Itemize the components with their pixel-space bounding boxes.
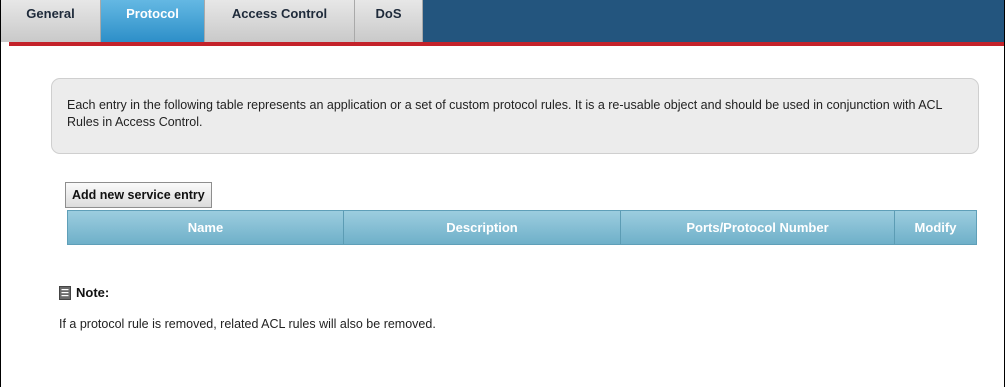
- column-header-name[interactable]: Name: [68, 211, 344, 244]
- column-header-ports-protocol[interactable]: Ports/Protocol Number: [621, 211, 895, 244]
- service-table-header: Name Description Ports/Protocol Number M…: [67, 210, 977, 245]
- add-service-entry-button[interactable]: Add new service entry: [65, 182, 212, 208]
- protocol-page: General Protocol Access Control DoS Each…: [0, 0, 1005, 387]
- tab-access-control[interactable]: Access Control: [205, 0, 355, 42]
- column-header-modify: Modify: [914, 220, 957, 235]
- column-header-description[interactable]: Description: [344, 211, 621, 244]
- tab-general[interactable]: General: [1, 0, 101, 42]
- tab-accent-line: [9, 42, 1004, 46]
- note-title: Note:: [76, 285, 110, 300]
- info-text: Each entry in the following table repres…: [67, 98, 943, 129]
- tab-protocol[interactable]: Protocol: [101, 0, 205, 42]
- tab-bar: General Protocol Access Control DoS: [1, 0, 1004, 42]
- document-icon: [59, 285, 71, 300]
- info-box: Each entry in the following table repres…: [51, 78, 979, 154]
- note-heading: Note:: [59, 285, 109, 300]
- note-text: If a protocol rule is removed, related A…: [59, 317, 436, 331]
- tab-dos[interactable]: DoS: [355, 0, 423, 42]
